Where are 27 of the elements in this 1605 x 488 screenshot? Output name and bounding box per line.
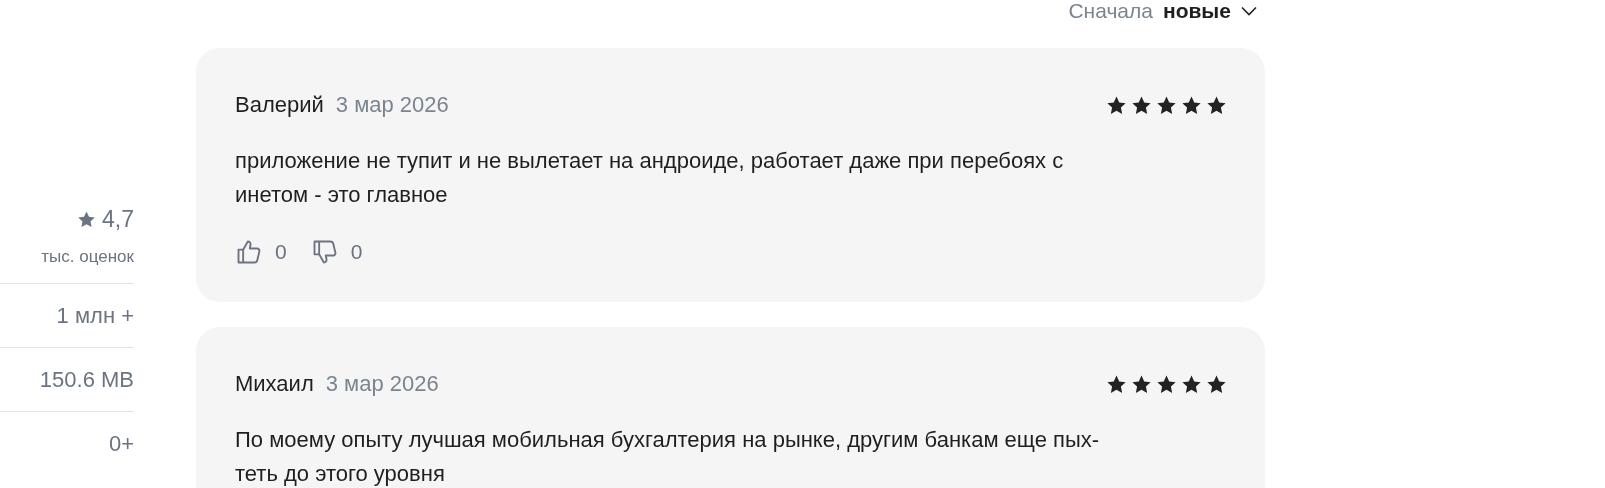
star-icon bbox=[1131, 94, 1152, 116]
star-icon bbox=[1181, 94, 1202, 116]
star-icon bbox=[1181, 373, 1202, 395]
dislike-button[interactable]: 0 bbox=[310, 238, 363, 266]
review-text: По моему опыту лучшая мобильная бухгалтерия на рынке, другим банкам еще пых- теть до этого уровня bbox=[235, 426, 1101, 488]
star-icon bbox=[1106, 373, 1127, 395]
star-icon bbox=[1106, 94, 1127, 116]
age-rating: 0+ bbox=[108, 430, 134, 457]
chevron-down-icon bbox=[1241, 6, 1257, 16]
star-icon bbox=[77, 210, 96, 229]
sort-dropdown[interactable]: Сначала новые bbox=[1068, 0, 1265, 26]
review-date: 3 мар 2026 bbox=[335, 92, 449, 118]
review-text: приложение не тупит и не вылетает на андроиде, работает даже при перебоях с инетом - это главное bbox=[235, 147, 1065, 209]
review-date: 3 мар 2026 bbox=[325, 371, 439, 397]
star-icon bbox=[1206, 373, 1227, 395]
thumbs-up-icon bbox=[235, 238, 263, 266]
app-size: 150.6 MB bbox=[39, 366, 134, 393]
review-author: Валерий bbox=[235, 92, 324, 118]
star-icon bbox=[1131, 373, 1152, 395]
review-author: Михаил bbox=[235, 371, 314, 397]
star-icon bbox=[1156, 373, 1177, 395]
rating-value: 4,7 bbox=[102, 206, 134, 233]
ratings-count: тыс. оценок bbox=[41, 247, 134, 268]
star-icon bbox=[1206, 94, 1227, 116]
installs-count: 1 млн + bbox=[56, 302, 134, 329]
like-button[interactable]: 0 bbox=[235, 238, 287, 266]
star-icon bbox=[1156, 94, 1177, 116]
